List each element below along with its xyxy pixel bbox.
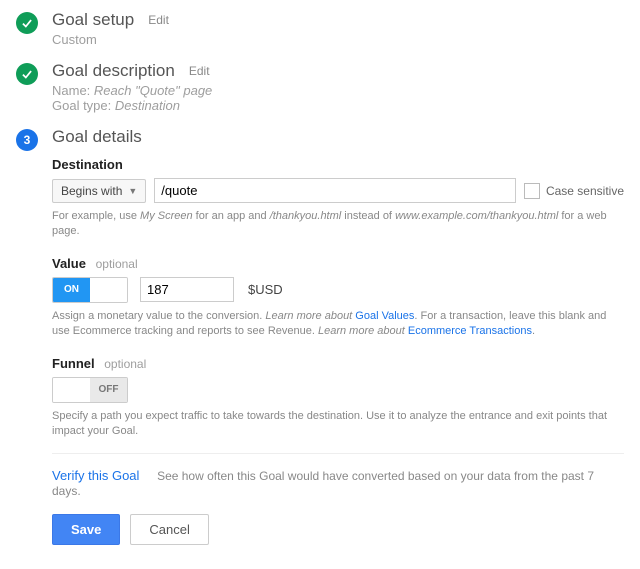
step-description-check-icon — [16, 63, 38, 85]
funnel-helper: Specify a path you expect traffic to tak… — [52, 409, 624, 440]
case-sensitive-label: Case sensitive — [546, 184, 624, 198]
value-optional: optional — [96, 257, 138, 271]
step-details-title: Goal details — [52, 127, 142, 147]
ecommerce-transactions-link[interactable]: Ecommerce Transactions — [408, 325, 532, 337]
value-currency: $USD — [248, 282, 283, 297]
value-toggle[interactable]: ON — [52, 277, 128, 303]
step-description-title: Goal description — [52, 61, 175, 81]
value-label: Value — [52, 256, 86, 271]
desc-name-label: Name: — [52, 83, 90, 98]
desc-type-value: Destination — [115, 98, 180, 113]
funnel-toggle[interactable]: OFF — [52, 377, 128, 403]
case-sensitive-checkbox[interactable] — [524, 183, 540, 199]
save-button[interactable]: Save — [52, 514, 120, 545]
chevron-down-icon: ▼ — [128, 186, 137, 196]
verify-goal-link[interactable]: Verify this Goal — [52, 468, 139, 483]
funnel-optional: optional — [104, 357, 146, 371]
step-setup-title: Goal setup — [52, 10, 134, 30]
step-setup-check-icon — [16, 12, 38, 34]
destination-match-dropdown[interactable]: Begins with ▼ — [52, 179, 146, 203]
destination-label: Destination — [52, 157, 624, 172]
destination-match-value: Begins with — [61, 184, 122, 198]
step-description-edit[interactable]: Edit — [189, 64, 210, 78]
value-toggle-on: ON — [53, 278, 90, 302]
destination-helper: For example, use My Screen for an app an… — [52, 209, 624, 240]
goal-values-link[interactable]: Goal Values — [355, 310, 414, 322]
value-amount-input[interactable] — [140, 277, 234, 302]
step-details-number: 3 — [16, 129, 38, 151]
value-helper: Assign a monetary value to the conversio… — [52, 309, 624, 340]
desc-type-label: Goal type: — [52, 98, 111, 113]
funnel-label: Funnel — [52, 356, 95, 371]
step-setup-edit[interactable]: Edit — [148, 13, 169, 27]
desc-name-value: Reach "Quote" page — [94, 83, 212, 98]
step-setup-sub: Custom — [52, 32, 624, 47]
funnel-toggle-off: OFF — [90, 378, 127, 402]
destination-input[interactable] — [154, 178, 516, 203]
cancel-button[interactable]: Cancel — [130, 514, 208, 545]
